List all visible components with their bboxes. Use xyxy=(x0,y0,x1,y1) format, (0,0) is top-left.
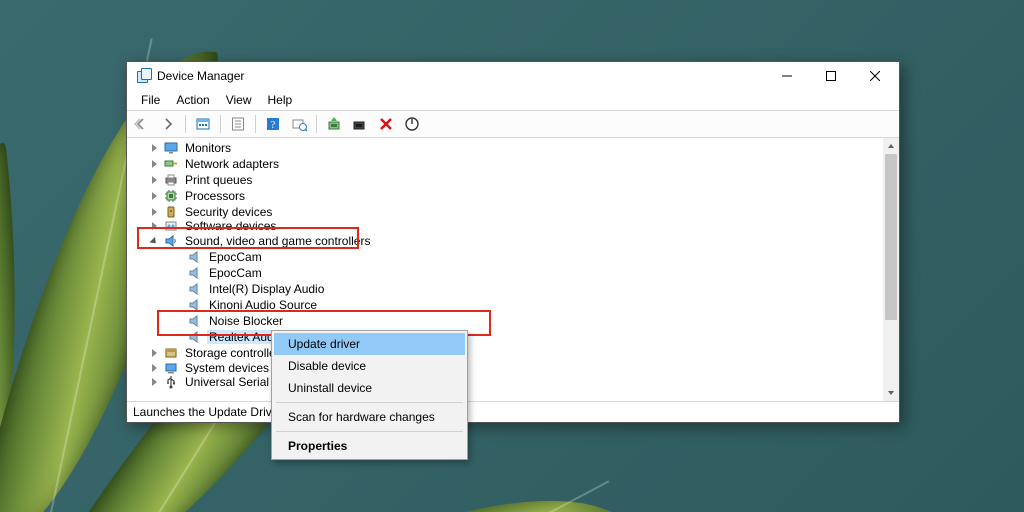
minimize-button[interactable] xyxy=(765,62,809,90)
menu-file[interactable]: File xyxy=(133,91,168,109)
vertical-scrollbar[interactable] xyxy=(883,138,899,401)
tree-item-kinoni[interactable]: Kinoni Audio Source xyxy=(127,297,883,313)
titlebar[interactable]: Device Manager xyxy=(127,62,899,90)
svg-text:?: ? xyxy=(271,120,276,131)
ctx-separator-2 xyxy=(276,431,463,432)
network-icon xyxy=(163,157,179,171)
scan-hardware-button[interactable] xyxy=(288,113,310,135)
help-button[interactable]: ? xyxy=(262,113,284,135)
menu-action[interactable]: Action xyxy=(168,91,217,109)
tree-panel: Monitors Network adapters Print queues P… xyxy=(127,138,899,402)
menu-view[interactable]: View xyxy=(218,91,260,109)
scroll-thumb[interactable] xyxy=(885,154,897,320)
software-icon xyxy=(163,220,179,233)
monitor-icon xyxy=(163,141,179,155)
maximize-button[interactable] xyxy=(809,62,853,90)
window-title: Device Manager xyxy=(157,69,244,83)
ctx-disable-device[interactable]: Disable device xyxy=(274,355,465,377)
status-bar: Launches the Update Driver Wizard for th… xyxy=(127,402,899,422)
tree-item-noise[interactable]: Noise Blocker xyxy=(127,313,883,329)
menu-bar: File Action View Help xyxy=(127,90,899,110)
tree-item-printq[interactable]: Print queues xyxy=(127,172,883,188)
context-menu: Update driver Disable device Uninstall d… xyxy=(271,330,468,460)
speaker-icon xyxy=(187,330,203,344)
tree-item-monitors[interactable]: Monitors xyxy=(127,140,883,156)
ctx-uninstall-device[interactable]: Uninstall device xyxy=(274,377,465,399)
show-hidden-button[interactable] xyxy=(192,113,214,135)
tree-item-usb[interactable]: Universal Serial Bus controllers xyxy=(127,374,883,390)
tree-item-system[interactable]: System devices xyxy=(127,361,883,374)
speaker-icon xyxy=(187,282,203,296)
app-icon xyxy=(135,68,151,84)
storage-icon xyxy=(163,346,179,360)
properties-button[interactable] xyxy=(227,113,249,135)
security-icon xyxy=(163,205,179,219)
menu-help[interactable]: Help xyxy=(260,91,301,109)
speaker-icon xyxy=(187,298,203,312)
tree-item-security[interactable]: Security devices xyxy=(127,204,883,220)
cpu-icon xyxy=(163,189,179,203)
ctx-properties[interactable]: Properties xyxy=(274,435,465,457)
speaker-icon xyxy=(187,266,203,280)
speaker-icon xyxy=(163,234,179,248)
tree-item-storage[interactable]: Storage controllers xyxy=(127,345,883,361)
tree-item-processors[interactable]: Processors xyxy=(127,188,883,204)
printer-icon xyxy=(163,173,179,187)
ctx-update-driver[interactable]: Update driver xyxy=(274,333,465,355)
scroll-down-button[interactable] xyxy=(883,385,899,401)
tree-item-realtek[interactable]: Realtek Audio xyxy=(127,329,883,345)
ctx-separator-1 xyxy=(276,402,463,403)
speaker-icon xyxy=(187,250,203,264)
desktop-wallpaper: Device Manager File Action View Help ? xyxy=(0,0,1024,512)
close-button[interactable] xyxy=(853,62,897,90)
tree-item-epoccam-2[interactable]: EpocCam xyxy=(127,265,883,281)
ctx-scan-hardware[interactable]: Scan for hardware changes xyxy=(274,406,465,428)
status-text: Launches the Update Driver Wizard for th… xyxy=(133,405,279,419)
device-tree[interactable]: Monitors Network adapters Print queues P… xyxy=(127,138,883,401)
back-button[interactable] xyxy=(131,113,153,135)
enable-button[interactable] xyxy=(401,113,423,135)
uninstall-button[interactable] xyxy=(349,113,371,135)
usb-icon xyxy=(163,375,179,389)
tree-item-network[interactable]: Network adapters xyxy=(127,156,883,172)
scroll-track[interactable] xyxy=(883,154,899,385)
scroll-up-button[interactable] xyxy=(883,138,899,154)
tree-item-epoccam-1[interactable]: EpocCam xyxy=(127,249,883,265)
forward-button[interactable] xyxy=(157,113,179,135)
tree-item-sound[interactable]: Sound, video and game controllers xyxy=(127,233,883,249)
update-driver-button[interactable] xyxy=(323,113,345,135)
device-manager-window: Device Manager File Action View Help ? xyxy=(126,61,900,423)
speaker-icon xyxy=(187,314,203,328)
disable-button[interactable] xyxy=(375,113,397,135)
tree-item-softdev[interactable]: Software devices xyxy=(127,220,883,233)
tree-item-intel-audio[interactable]: Intel(R) Display Audio xyxy=(127,281,883,297)
system-icon xyxy=(163,361,179,374)
toolbar: ? xyxy=(127,110,899,138)
